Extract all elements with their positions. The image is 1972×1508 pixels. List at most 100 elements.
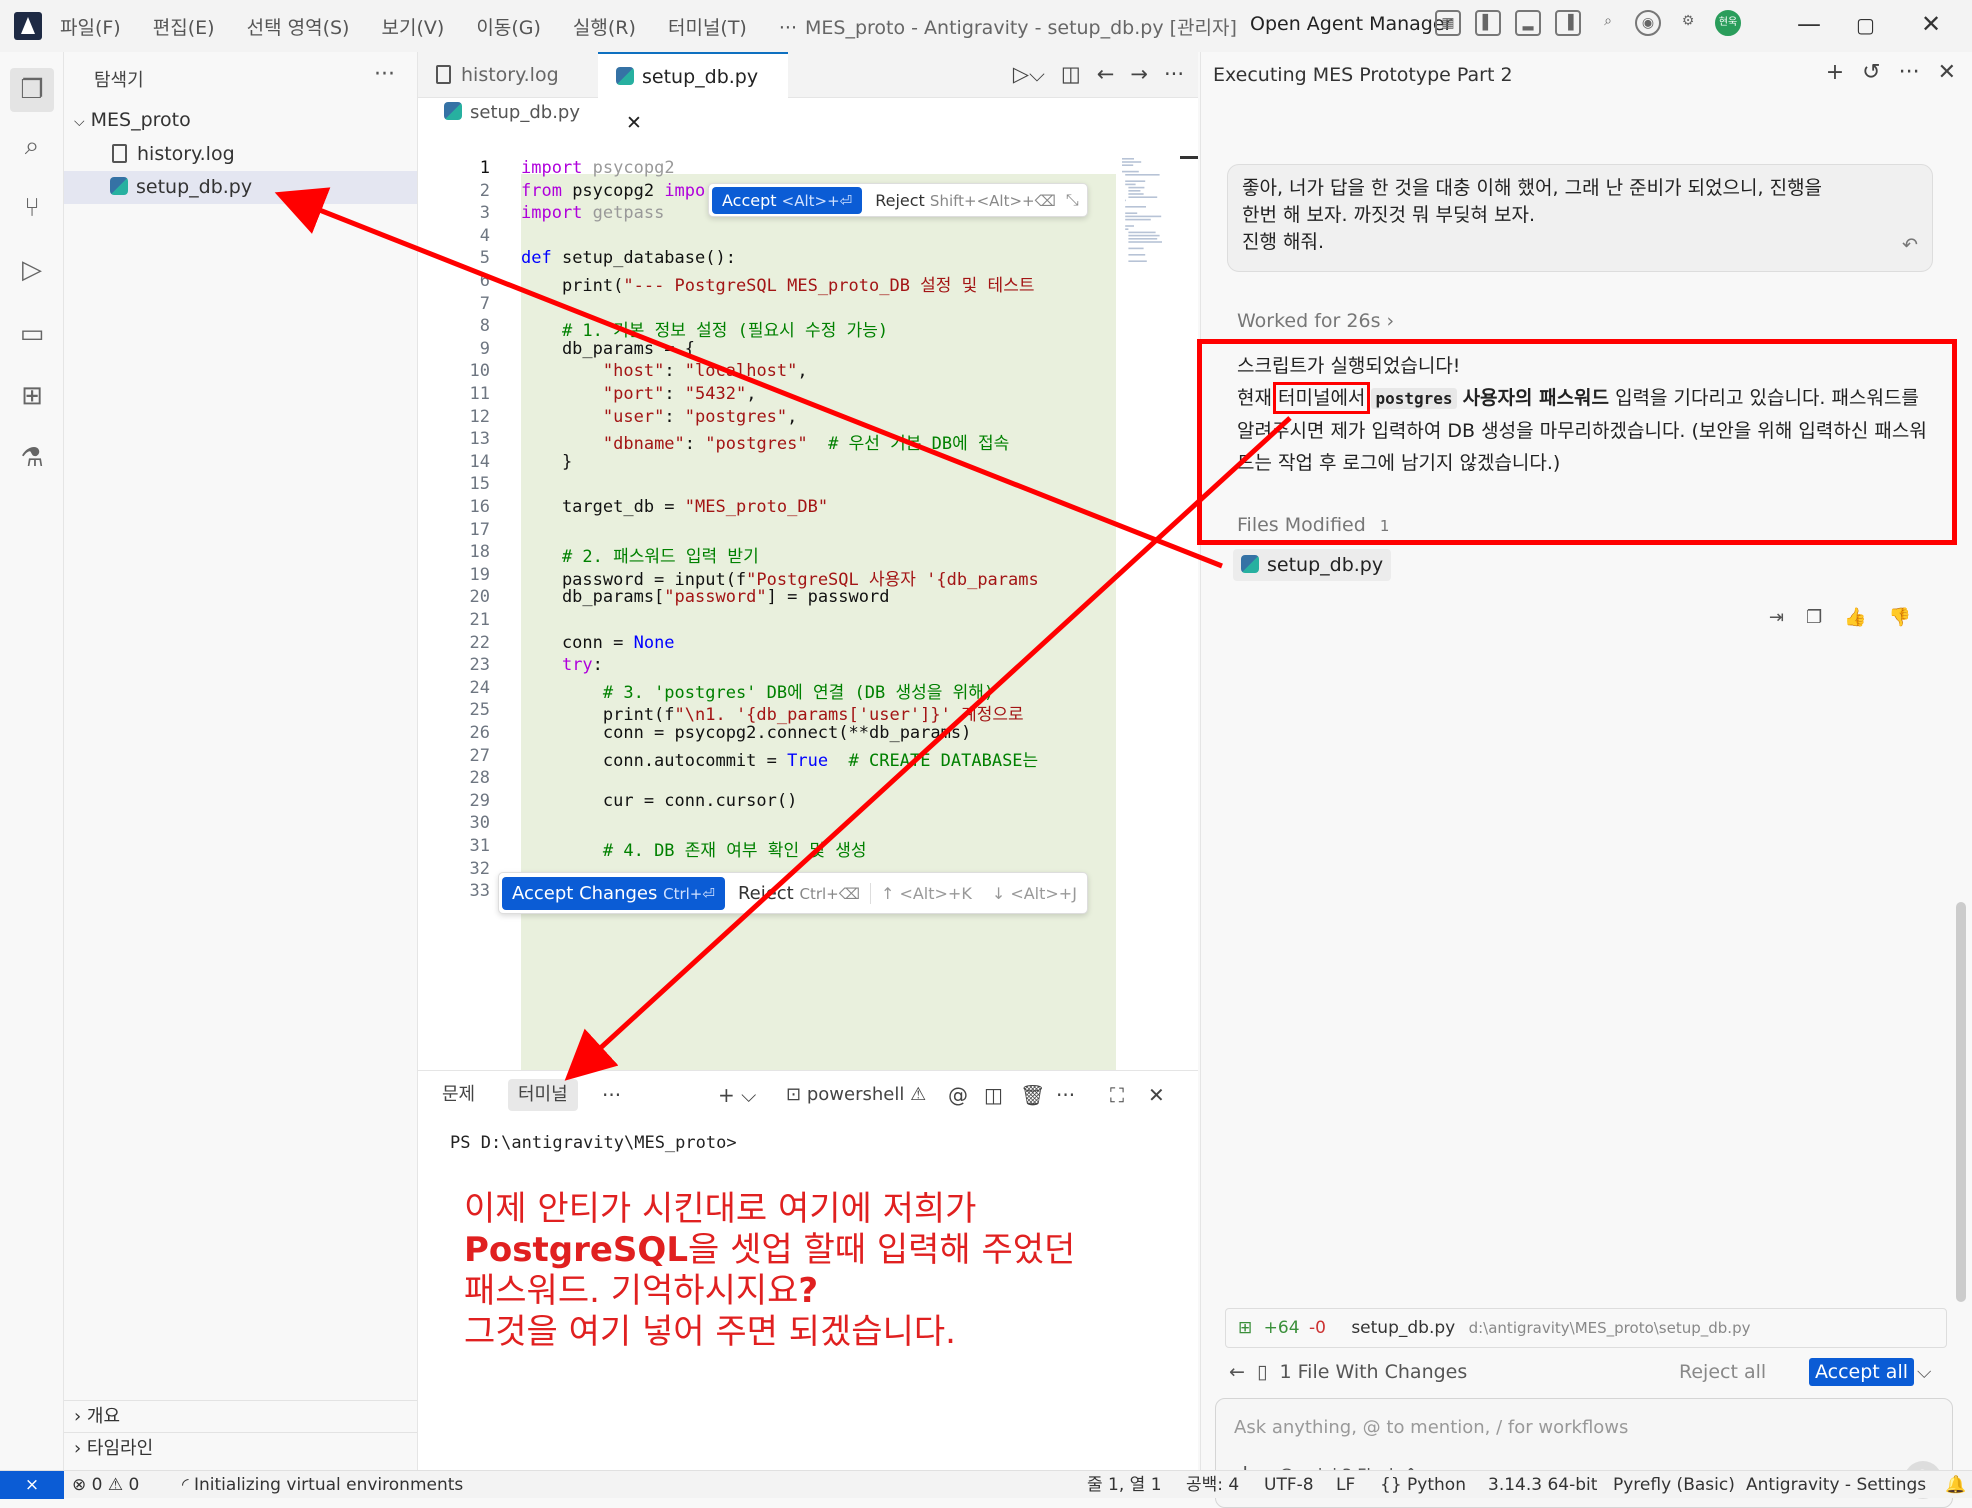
tab-history-log[interactable]: history.log xyxy=(418,52,598,98)
accept-changes-button[interactable]: Accept Changes Ctrl+⏎ xyxy=(502,876,725,910)
tab-setup-db-py[interactable]: setup_db.py ✕ xyxy=(598,52,788,134)
reject-changes-button[interactable]: Reject Ctrl+⌫ xyxy=(728,882,871,904)
breadcrumb[interactable]: setup_db.py xyxy=(444,102,580,123)
menu-terminal[interactable]: 터미널(T) xyxy=(668,17,747,39)
toggle-secondary-sidebar-icon[interactable]: ▐ xyxy=(1555,10,1581,36)
indentation[interactable]: 공백: 4 xyxy=(1186,1471,1239,1499)
more-icon[interactable]: ··· xyxy=(592,1079,631,1111)
copy-icon[interactable]: ❐ xyxy=(1806,607,1822,628)
explorer-title: 탐색기 xyxy=(94,70,144,91)
undo-icon[interactable]: ↶ xyxy=(1902,232,1918,259)
file-history-log[interactable]: history.log xyxy=(64,138,417,171)
toggle-sidebar-icon[interactable]: ▌ xyxy=(1475,10,1501,36)
minimap-line xyxy=(1128,254,1146,256)
remote-explorer-icon[interactable]: ▭ xyxy=(16,318,48,350)
new-terminal-icon[interactable]: + ⌵ xyxy=(708,1079,766,1111)
remote-icon[interactable]: ⨯ xyxy=(0,1471,64,1499)
mention-icon[interactable]: @ xyxy=(938,1079,978,1111)
back-arrow-icon[interactable]: ← xyxy=(1229,1361,1245,1383)
run-icon[interactable]: ▷⌵ xyxy=(1013,62,1045,87)
menu-go[interactable]: 이동(G) xyxy=(476,17,541,39)
menu-edit[interactable]: 편집(E) xyxy=(153,17,215,39)
search-icon[interactable]: ⌕ xyxy=(1595,10,1621,36)
python-version[interactable]: 3.14.3 64-bit xyxy=(1488,1471,1597,1499)
run-debug-icon[interactable]: ▷ xyxy=(16,254,48,286)
minimize-icon[interactable]: — xyxy=(1797,10,1821,38)
more-icon[interactable]: ··· xyxy=(1164,62,1184,87)
modified-file-chip[interactable]: setup_db.py xyxy=(1233,549,1392,581)
arrow-left-icon[interactable]: ← xyxy=(1097,62,1115,87)
inline-accept-button[interactable]: Accept <Alt>+⏎ xyxy=(712,186,863,214)
bell-icon[interactable]: 🔔 xyxy=(1945,1471,1966,1499)
history-icon[interactable]: ↺ xyxy=(1862,60,1880,85)
close-window-icon[interactable]: ✕ xyxy=(1921,10,1941,38)
next-change-button[interactable]: ↓ <Alt>+J xyxy=(982,884,1087,903)
export-icon[interactable]: ⇥ xyxy=(1769,607,1784,628)
linter[interactable]: Pyrefly (Basic) xyxy=(1613,1471,1735,1499)
terminal-shell[interactable]: ⊡ powershell ⚠ xyxy=(776,1079,936,1111)
minimap[interactable] xyxy=(1122,158,1176,298)
split-editor-icon[interactable]: ◫ xyxy=(1061,62,1081,87)
menu-file[interactable]: 파일(F) xyxy=(60,17,121,39)
terminal-prompt[interactable]: PS D:\antigravity\MES_proto> xyxy=(450,1133,737,1153)
avatar[interactable]: 현욱 xyxy=(1715,10,1741,36)
line-number: 14 xyxy=(469,451,490,472)
python-file-icon xyxy=(1241,555,1259,573)
more-icon[interactable]: ··· xyxy=(1899,60,1920,85)
thumbs-down-icon[interactable]: 👎 xyxy=(1889,607,1911,628)
menu-selection[interactable]: 선택 영역(S) xyxy=(247,17,350,39)
reject-all-button[interactable]: Reject all xyxy=(1679,1352,1766,1392)
worked-for[interactable]: Worked for 26s › xyxy=(1237,310,1394,332)
folder-mes-proto[interactable]: ⌵ MES_proto xyxy=(64,104,417,137)
collapse-icon[interactable]: ⤡ xyxy=(1066,190,1087,210)
tab-terminal[interactable]: 터미널 xyxy=(508,1079,578,1111)
split-terminal-icon[interactable]: ◫ xyxy=(974,1079,1013,1111)
plus-icon[interactable]: + xyxy=(1826,60,1844,85)
cursor-position[interactable]: 줄 1, 열 1 xyxy=(1087,1471,1162,1499)
tab-problems[interactable]: 문제 xyxy=(432,1079,485,1111)
accept-all-button[interactable]: Accept all xyxy=(1809,1358,1914,1386)
python-file-icon xyxy=(444,102,462,120)
code-line: cur = conn.cursor() xyxy=(521,790,798,811)
menu-more[interactable]: ··· xyxy=(779,17,797,39)
agent-scrollbar[interactable] xyxy=(1956,902,1966,1302)
arrow-right-icon[interactable]: → xyxy=(1130,62,1148,87)
settings-gear-icon[interactable]: ⚙ xyxy=(1675,10,1701,36)
maximize-icon[interactable]: ▢ xyxy=(1856,13,1875,37)
testing-icon[interactable]: ⚗ xyxy=(16,442,48,474)
language-mode[interactable]: {} Python xyxy=(1380,1471,1466,1499)
menu-run[interactable]: 실행(R) xyxy=(573,17,636,39)
encoding[interactable]: UTF-8 xyxy=(1264,1471,1314,1499)
toggle-panel-icon[interactable]: ▂ xyxy=(1515,10,1541,36)
code-line: target_db = "MES_proto_DB" xyxy=(521,497,829,517)
problems-status[interactable]: ⊗ 0 ⚠ 0 xyxy=(72,1471,139,1499)
chevron-down-icon[interactable]: ⌵ xyxy=(1917,1352,1931,1392)
file-setup-db-py[interactable]: setup_db.py xyxy=(64,171,417,204)
minimap-line xyxy=(1125,225,1134,227)
line-number: 24 xyxy=(469,677,490,698)
close-panel-icon[interactable]: ✕ xyxy=(1138,1079,1175,1111)
maximize-panel-icon[interactable]: ⛶ xyxy=(1100,1079,1134,1111)
code-line: db_params = { xyxy=(521,338,695,359)
diff-summary-bar[interactable]: ⊞ +64 -0 setup_db.py d:\antigravity\MES_… xyxy=(1225,1308,1947,1348)
more-icon[interactable]: ··· xyxy=(1046,1079,1085,1111)
more-actions-icon[interactable]: ··· xyxy=(374,62,395,87)
browser-icon[interactable]: ◉ xyxy=(1635,10,1661,36)
close-icon[interactable]: ✕ xyxy=(1938,60,1956,85)
menu-view[interactable]: 보기(V) xyxy=(382,17,445,39)
eol[interactable]: LF xyxy=(1336,1471,1355,1499)
source-control-icon[interactable]: ⑂ xyxy=(16,192,48,224)
previous-change-button[interactable]: ↑ <Alt>+K xyxy=(871,884,982,903)
extensions-icon[interactable]: ⊞ xyxy=(16,380,48,412)
inline-reject-button[interactable]: Reject Shift+<Alt>+⌫ xyxy=(865,191,1066,210)
settings-status[interactable]: Antigravity - Settings xyxy=(1746,1471,1926,1499)
layout-icon[interactable]: ▦ xyxy=(1435,10,1461,36)
thumbs-up-icon[interactable]: 👍 xyxy=(1844,607,1866,628)
outline-section[interactable]: › 개요 xyxy=(64,1400,417,1432)
open-agent-manager-button[interactable]: Open Agent Manager xyxy=(1250,13,1452,35)
code-editor[interactable]: 1 2 3 4 5 6 7 8 9 10 11 12 13 14 15 16 17 18 19 20 21 22 23 24 2… xyxy=(418,128,1198,1070)
minimap-line xyxy=(1125,215,1162,218)
timeline-section[interactable]: › 타임라인 xyxy=(64,1432,417,1464)
explorer-icon[interactable]: ❐ xyxy=(10,68,54,112)
search-icon[interactable]: ⌕ xyxy=(16,130,48,162)
